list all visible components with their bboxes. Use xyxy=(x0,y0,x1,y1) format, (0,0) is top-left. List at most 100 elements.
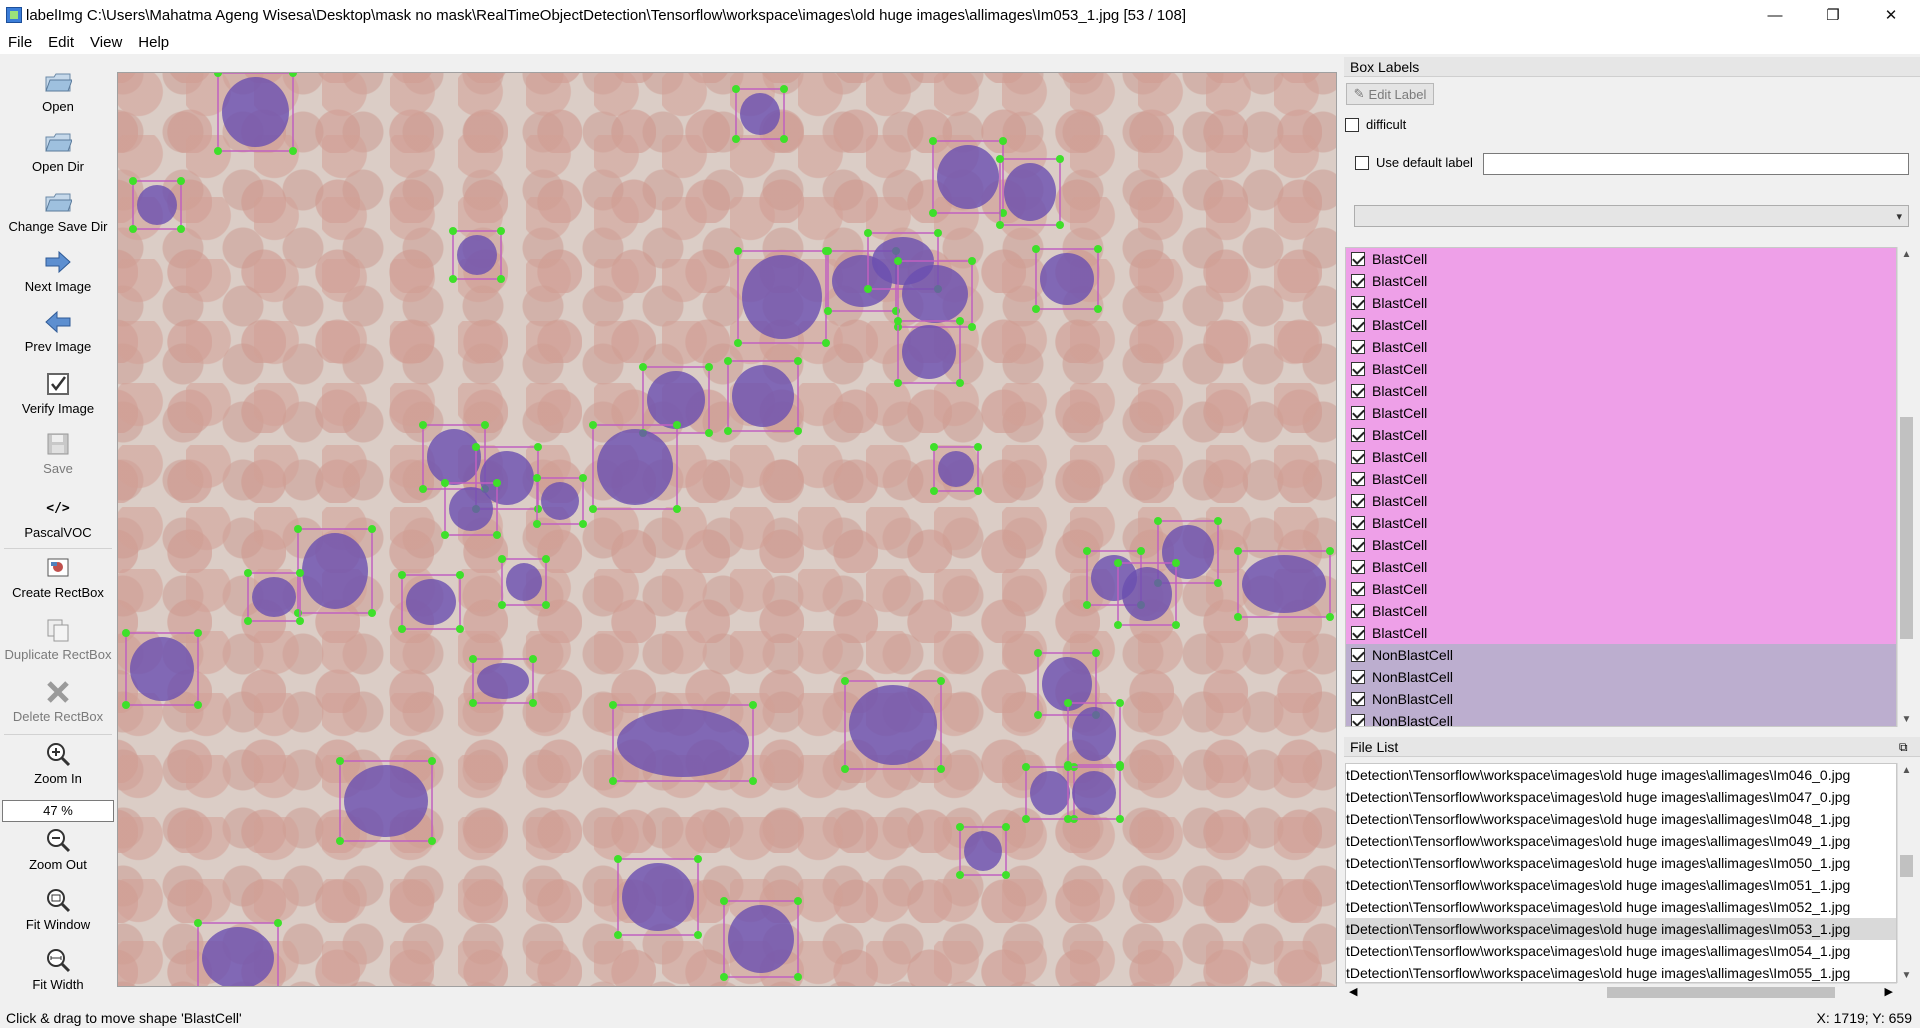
menu-edit[interactable]: Edit xyxy=(40,34,82,51)
file-list-item[interactable]: tDetection\Tensorflow\workspace\images\o… xyxy=(1346,764,1896,786)
box-vertex-handle[interactable] xyxy=(122,629,130,637)
file-list-item[interactable]: tDetection\Tensorflow\workspace\images\o… xyxy=(1346,874,1896,896)
box-vertex-handle[interactable] xyxy=(1094,305,1102,313)
box-vertex-handle[interactable] xyxy=(289,147,297,155)
box-vertex-handle[interactable] xyxy=(194,701,202,709)
box-vertex-handle[interactable] xyxy=(734,247,742,255)
box-vertex-handle[interactable] xyxy=(534,443,542,451)
close-button[interactable]: ✕ xyxy=(1862,0,1920,30)
label-list-item[interactable]: BlastCell xyxy=(1346,314,1896,336)
visibility-checkbox[interactable] xyxy=(1351,274,1365,288)
fit-width-button[interactable]: Fit Width xyxy=(0,946,116,992)
box-vertex-handle[interactable] xyxy=(894,379,902,387)
box-vertex-handle[interactable] xyxy=(469,655,477,663)
box-vertex-handle[interactable] xyxy=(673,421,681,429)
box-vertex-handle[interactable] xyxy=(214,73,222,77)
box-vertex-handle[interactable] xyxy=(1056,155,1064,163)
box-vertex-handle[interactable] xyxy=(794,427,802,435)
box-vertex-handle[interactable] xyxy=(1172,621,1180,629)
box-vertex-handle[interactable] xyxy=(1094,245,1102,253)
box-vertex-handle[interactable] xyxy=(1032,245,1040,253)
label-list-item[interactable]: BlastCell xyxy=(1346,534,1896,556)
box-vertex-handle[interactable] xyxy=(419,485,427,493)
scroll-down-icon[interactable]: ▼ xyxy=(1898,714,1915,725)
label-list-item[interactable]: BlastCell xyxy=(1346,380,1896,402)
label-list-item[interactable]: BlastCell xyxy=(1346,600,1896,622)
box-vertex-handle[interactable] xyxy=(930,443,938,451)
box-vertex-handle[interactable] xyxy=(794,897,802,905)
label-list-item[interactable]: BlastCell xyxy=(1346,402,1896,424)
box-vertex-handle[interactable] xyxy=(1064,699,1072,707)
file-list-scrollbar[interactable]: ▲ ▼ xyxy=(1897,763,1914,983)
visibility-checkbox[interactable] xyxy=(1351,670,1365,684)
visibility-checkbox[interactable] xyxy=(1351,472,1365,486)
zoom-in-button[interactable]: Zoom In xyxy=(0,740,116,786)
box-vertex-handle[interactable] xyxy=(336,837,344,845)
visibility-checkbox[interactable] xyxy=(1351,428,1365,442)
difficult-checkbox[interactable] xyxy=(1345,117,1359,132)
box-vertex-handle[interactable] xyxy=(497,275,505,283)
file-list-hscrollbar[interactable]: ◀ ▶ xyxy=(1345,983,1897,1000)
scroll-up-icon[interactable]: ▲ xyxy=(1898,765,1915,776)
menu-help[interactable]: Help xyxy=(130,34,177,51)
label-list-item[interactable]: NonBlastCell xyxy=(1346,644,1896,666)
box-vertex-handle[interactable] xyxy=(194,629,202,637)
label-list-item[interactable]: BlastCell xyxy=(1346,468,1896,490)
file-list-item[interactable]: tDetection\Tensorflow\workspace\images\o… xyxy=(1346,962,1896,982)
scrollbar-thumb[interactable] xyxy=(1900,417,1913,639)
box-vertex-handle[interactable] xyxy=(892,307,900,315)
box-vertex-handle[interactable] xyxy=(244,569,252,577)
delete-rectbox-button[interactable]: Delete RectBox xyxy=(0,678,116,724)
visibility-checkbox[interactable] xyxy=(1351,692,1365,706)
label-list-item[interactable]: BlastCell xyxy=(1346,556,1896,578)
box-vertex-handle[interactable] xyxy=(705,363,713,371)
scroll-right-icon[interactable]: ▶ xyxy=(1885,985,1893,998)
box-vertex-handle[interactable] xyxy=(1083,601,1091,609)
box-vertex-handle[interactable] xyxy=(1326,547,1334,555)
visibility-checkbox[interactable] xyxy=(1351,648,1365,662)
box-vertex-handle[interactable] xyxy=(1326,613,1334,621)
box-vertex-handle[interactable] xyxy=(419,421,427,429)
file-list[interactable]: tDetection\Tensorflow\workspace\images\o… xyxy=(1345,763,1897,983)
box-vertex-handle[interactable] xyxy=(589,505,597,513)
visibility-checkbox[interactable] xyxy=(1351,516,1365,530)
visibility-checkbox[interactable] xyxy=(1351,560,1365,574)
box-vertex-handle[interactable] xyxy=(1116,699,1124,707)
box-vertex-handle[interactable] xyxy=(481,421,489,429)
box-vertex-handle[interactable] xyxy=(974,487,982,495)
box-vertex-handle[interactable] xyxy=(529,699,537,707)
box-vertex-handle[interactable] xyxy=(589,421,597,429)
save-button[interactable]: Save xyxy=(0,430,116,476)
label-list-item[interactable]: NonBlastCell xyxy=(1346,666,1896,688)
file-list-item[interactable]: tDetection\Tensorflow\workspace\images\o… xyxy=(1346,896,1896,918)
box-vertex-handle[interactable] xyxy=(289,73,297,77)
box-vertex-handle[interactable] xyxy=(428,837,436,845)
box-vertex-handle[interactable] xyxy=(929,209,937,217)
minimize-button[interactable]: — xyxy=(1746,0,1804,30)
box-vertex-handle[interactable] xyxy=(609,777,617,785)
box-vertex-handle[interactable] xyxy=(449,227,457,235)
label-list-item[interactable]: BlastCell xyxy=(1346,424,1896,446)
box-vertex-handle[interactable] xyxy=(129,225,137,233)
box-vertex-handle[interactable] xyxy=(534,505,542,513)
box-vertex-handle[interactable] xyxy=(533,474,541,482)
box-vertex-handle[interactable] xyxy=(780,135,788,143)
box-vertex-handle[interactable] xyxy=(579,520,587,528)
box-vertex-handle[interactable] xyxy=(296,617,304,625)
box-vertex-handle[interactable] xyxy=(449,275,457,283)
box-vertex-handle[interactable] xyxy=(968,323,976,331)
label-list-item[interactable]: BlastCell xyxy=(1346,336,1896,358)
box-vertex-handle[interactable] xyxy=(999,137,1007,145)
box-vertex-handle[interactable] xyxy=(749,701,757,709)
box-vertex-handle[interactable] xyxy=(974,443,982,451)
file-list-item[interactable]: tDetection\Tensorflow\workspace\images\o… xyxy=(1346,830,1896,852)
visibility-checkbox[interactable] xyxy=(1351,494,1365,508)
use-default-label-checkbox[interactable] xyxy=(1355,155,1369,170)
box-vertex-handle[interactable] xyxy=(894,317,902,325)
box-vertex-handle[interactable] xyxy=(780,85,788,93)
box-vertex-handle[interactable] xyxy=(968,257,976,265)
scroll-up-icon[interactable]: ▲ xyxy=(1898,249,1915,260)
box-vertex-handle[interactable] xyxy=(1137,547,1145,555)
box-vertex-handle[interactable] xyxy=(724,427,732,435)
box-vertex-handle[interactable] xyxy=(1116,763,1124,771)
